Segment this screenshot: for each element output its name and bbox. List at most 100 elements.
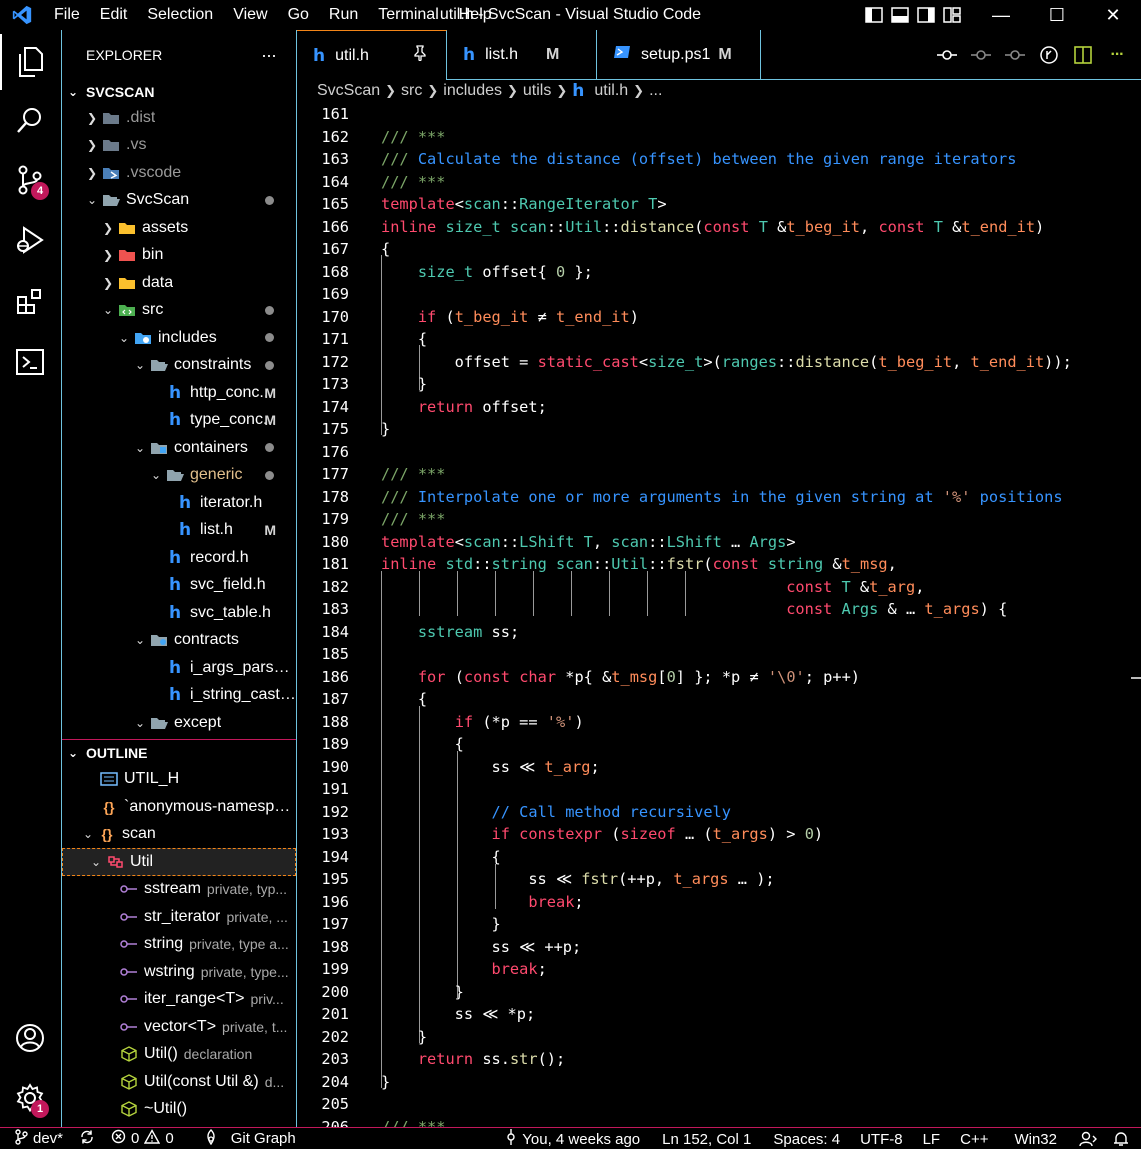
- tree-folder-svcscan[interactable]: ⌄ SvcScan: [62, 187, 296, 215]
- minimize-button[interactable]: —: [973, 0, 1029, 30]
- tree-folder-data[interactable]: ❯ data: [62, 269, 296, 297]
- breadcrumb-item[interactable]: includes: [443, 82, 502, 100]
- tree-folder-vscode[interactable]: ❯ .vscode: [62, 159, 296, 187]
- outline-item-vector[interactable]: vector<T> private, t...: [62, 1013, 296, 1041]
- tree-folder-src[interactable]: ⌄ src: [62, 297, 296, 325]
- run-debug-icon[interactable]: [0, 212, 60, 268]
- search-icon[interactable]: [0, 92, 60, 148]
- tab-list-h[interactable]: h list.h M: [447, 30, 597, 80]
- tree-folder-contracts[interactable]: ⌄ contracts: [62, 627, 296, 655]
- maximize-button[interactable]: ☐: [1029, 0, 1085, 30]
- accounts-icon[interactable]: [0, 1010, 60, 1066]
- explorer-more-button[interactable]: ···: [261, 45, 277, 66]
- tree-folder-bin[interactable]: ❯ bin: [62, 242, 296, 270]
- menu-go[interactable]: Go: [278, 0, 319, 30]
- tree-folder-constraints[interactable]: ⌄ constraints: [62, 352, 296, 380]
- open-changes-icon[interactable]: [1039, 45, 1059, 65]
- branch-status[interactable]: dev*: [0, 1128, 71, 1149]
- outline-item-util-h[interactable]: UTIL_H: [62, 766, 296, 794]
- split-editor-icon[interactable]: [1073, 45, 1093, 65]
- explorer-root-header[interactable]: ⌄ SVCSCAN: [62, 80, 296, 104]
- menu-run[interactable]: Run: [319, 0, 368, 30]
- git-compare-icon[interactable]: [937, 45, 957, 65]
- outline-item-sstream[interactable]: sstream private, typ...: [62, 876, 296, 904]
- next-change-icon[interactable]: [1005, 45, 1025, 65]
- tree-folder-assets[interactable]: ❯ assets: [62, 214, 296, 242]
- source-control-icon[interactable]: 4: [0, 152, 60, 208]
- outline-item-label: Util(const Util &): [144, 1072, 259, 1090]
- pin-icon[interactable]: [413, 45, 427, 66]
- line-number: 164: [321, 172, 349, 191]
- outline-item-copy-ctor[interactable]: Util(const Util &) d...: [62, 1068, 296, 1096]
- menu-selection[interactable]: Selection: [137, 0, 223, 30]
- breadcrumb-item[interactable]: src: [401, 82, 422, 100]
- sync-button[interactable]: [71, 1128, 103, 1149]
- breadcrumb-item[interactable]: utils: [523, 82, 551, 100]
- tab-util-h[interactable]: h util.h: [297, 30, 447, 80]
- tree-file-record-h[interactable]: h record.h: [62, 544, 296, 572]
- outline-item-scan[interactable]: ⌄ {} scan: [62, 821, 296, 849]
- indentation-status[interactable]: Spaces: 4: [765, 1128, 848, 1149]
- customize-layout-icon[interactable]: [939, 0, 965, 30]
- code-editor[interactable]: 161 162 /// *** 163 /// Calculate the dist…: [297, 102, 1141, 1127]
- outline-item-util-class[interactable]: ⌄ Util: [62, 848, 296, 876]
- toggle-panel-icon[interactable]: [887, 0, 913, 30]
- manage-gear-icon[interactable]: 1: [0, 1070, 60, 1126]
- cursor-position[interactable]: Ln 152, Col 1: [654, 1128, 759, 1149]
- problems-status[interactable]: 0 0: [103, 1128, 182, 1149]
- outline-header[interactable]: ⌄ OUTLINE: [62, 740, 296, 766]
- tree-file-type-conc[interactable]: h type_conc... M: [62, 407, 296, 435]
- tree-file-svc-field-h[interactable]: h svc_field.h: [62, 572, 296, 600]
- menu-help[interactable]: Help: [449, 0, 502, 30]
- outline-item-string[interactable]: string private, type a...: [62, 931, 296, 959]
- menu-terminal[interactable]: Terminal: [368, 0, 448, 30]
- git-graph-button[interactable]: Git Graph: [196, 1128, 304, 1149]
- previous-change-icon[interactable]: [971, 45, 991, 65]
- breadcrumb-item[interactable]: util.h: [594, 82, 628, 100]
- more-actions-icon[interactable]: ···: [1107, 45, 1127, 65]
- menu-file[interactable]: File: [44, 0, 90, 30]
- tree-folder-generic[interactable]: ⌄ generic: [62, 462, 296, 490]
- tree-file-i-string-castable-h[interactable]: h i_string_castabl...: [62, 682, 296, 710]
- modified-dot: [265, 195, 274, 205]
- tree-folder-includes[interactable]: ⌄ includes: [62, 324, 296, 352]
- tree-file-iterator-h[interactable]: h iterator.h: [62, 489, 296, 517]
- code-text: ss ≪ t_arg;: [381, 757, 600, 776]
- toggle-sidebar-icon[interactable]: [861, 0, 887, 30]
- close-button[interactable]: ✕: [1085, 0, 1141, 30]
- platform-status[interactable]: Win32: [1006, 1128, 1065, 1149]
- live-share-icon[interactable]: [1071, 1128, 1105, 1149]
- outline-item-dtor[interactable]: ~Util(): [62, 1096, 296, 1124]
- outline-item-anon-namespace[interactable]: {} `anonymous-namespa...: [62, 793, 296, 821]
- breadcrumb-item[interactable]: SvcScan: [317, 82, 380, 100]
- tree-folder-except[interactable]: ⌄ except: [62, 709, 296, 737]
- tab-setup-ps1[interactable]: setup.ps1 M: [597, 30, 761, 80]
- outline-item-str-iterator[interactable]: str_iterator private, ...: [62, 903, 296, 931]
- extensions-icon[interactable]: [0, 274, 60, 330]
- explorer-sidebar: EXPLORER ··· ⌄ SVCSCAN ❯ .dist ❯ .vs ❯ .v…: [62, 30, 297, 1127]
- tree-folder-vs[interactable]: ❯ .vs: [62, 132, 296, 160]
- language-mode[interactable]: C++: [952, 1128, 996, 1149]
- encoding-status[interactable]: UTF-8: [852, 1128, 911, 1149]
- tree-file-http-conc[interactable]: h http_conc... M: [62, 379, 296, 407]
- toggle-secondary-sidebar-icon[interactable]: [913, 0, 939, 30]
- breadcrumb-item[interactable]: ...: [649, 82, 662, 100]
- explorer-icon[interactable]: [0, 34, 60, 90]
- outline-item-ctor[interactable]: Util() declaration: [62, 1041, 296, 1069]
- line-number: 162: [321, 127, 349, 146]
- tree-file-svc-table-h[interactable]: h svc_table.h: [62, 599, 296, 627]
- field-symbol-icon: [118, 967, 140, 977]
- outline-item-iter-range[interactable]: iter_range<T> priv...: [62, 986, 296, 1014]
- tree-file-list-h[interactable]: h list.h M: [62, 517, 296, 545]
- terminal-panel-icon[interactable]: [0, 334, 60, 390]
- git-blame-status[interactable]: You, 4 weeks ago: [497, 1128, 648, 1149]
- tree-folder-dist[interactable]: ❯ .dist: [62, 104, 296, 132]
- tree-folder-containers[interactable]: ⌄ containers: [62, 434, 296, 462]
- tree-file-i-args-parser-h[interactable]: h i_args_parser.h: [62, 654, 296, 682]
- line-number: 197: [321, 915, 349, 933]
- notifications-bell-icon[interactable]: [1105, 1128, 1141, 1149]
- menu-edit[interactable]: Edit: [90, 0, 138, 30]
- menu-view[interactable]: View: [223, 0, 277, 30]
- outline-item-wstring[interactable]: wstring private, type...: [62, 958, 296, 986]
- eol-status[interactable]: LF: [915, 1128, 949, 1149]
